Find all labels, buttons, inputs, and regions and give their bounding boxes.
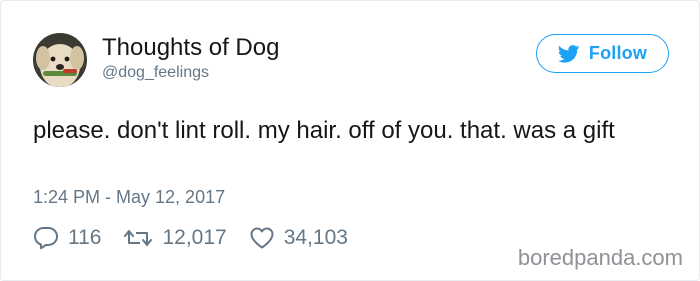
author-display-name[interactable]: Thoughts of Dog — [102, 34, 279, 62]
like-action[interactable]: 34,103 — [249, 226, 348, 250]
like-count: 34,103 — [283, 226, 348, 249]
tweet-card: Thoughts of Dog @dog_feelings Follow ple… — [0, 0, 700, 281]
reply-count: 116 — [68, 226, 102, 249]
tweet-actions: 116 12,017 34,103 — [33, 226, 370, 250]
retweet-count: 12,017 — [162, 226, 227, 249]
retweet-icon — [123, 226, 162, 250]
retweet-action[interactable]: 12,017 — [123, 226, 227, 250]
follow-button[interactable]: Follow — [536, 34, 669, 73]
watermark: boredpanda.com — [517, 245, 683, 270]
heart-icon — [249, 226, 284, 250]
follow-button-label: Follow — [588, 43, 648, 63]
author-handle[interactable]: @dog_feelings — [102, 64, 209, 82]
tweet-timestamp[interactable]: 1:24 PM - May 12, 2017 — [33, 187, 225, 208]
twitter-bird-icon — [557, 44, 580, 63]
reply-action[interactable]: 116 — [33, 226, 101, 250]
reply-icon — [33, 226, 68, 250]
tweet-text: please. don't lint roll. my hair. off of… — [33, 117, 615, 144]
dog-avatar[interactable] — [33, 33, 87, 87]
